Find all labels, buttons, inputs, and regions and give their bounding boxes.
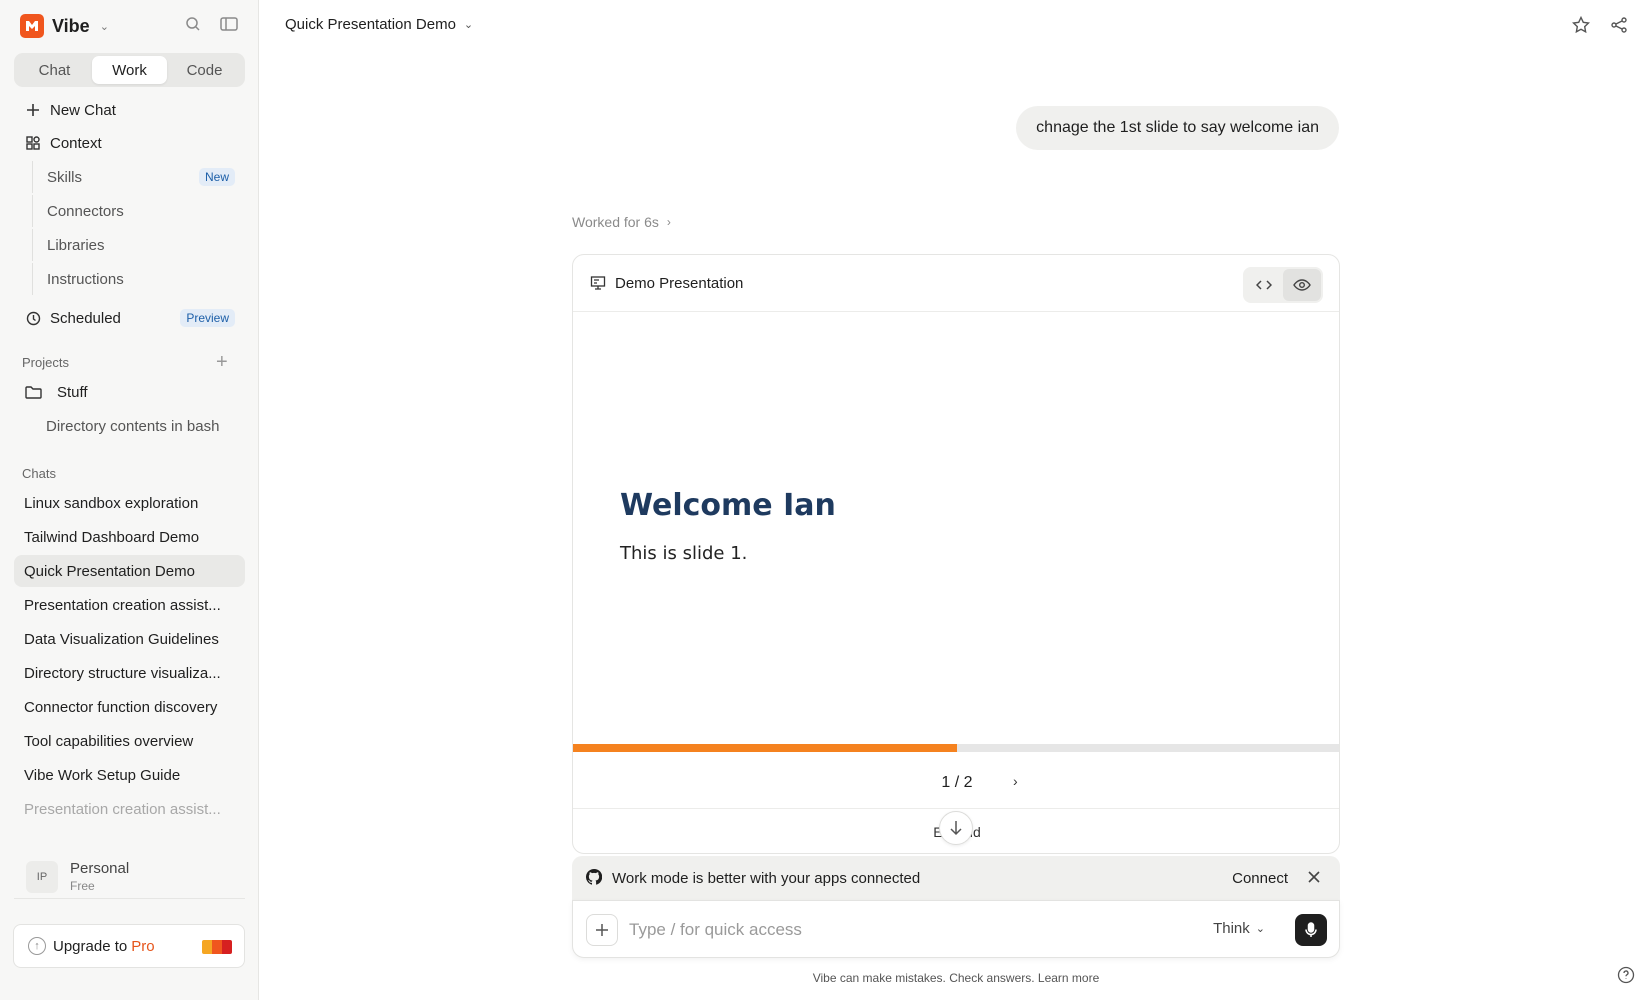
- chat-item[interactable]: Connector function discovery: [14, 691, 245, 723]
- chat-item[interactable]: Presentation creation assist...: [14, 793, 245, 825]
- brand-menu[interactable]: Vibe ⌄: [20, 14, 109, 38]
- search-icon[interactable]: [183, 14, 203, 34]
- preview-eye-icon[interactable]: [1283, 269, 1321, 301]
- chat-item[interactable]: Presentation creation assist...: [14, 589, 245, 621]
- libraries-label: Libraries: [47, 236, 105, 254]
- chevron-right-icon: ›: [666, 215, 671, 229]
- new-chat-button[interactable]: New Chat: [14, 94, 245, 126]
- sidebar-item-context[interactable]: Context: [14, 127, 245, 159]
- artifact-title: Demo Presentation: [615, 274, 744, 292]
- account-menu[interactable]: IP Personal Free: [14, 855, 245, 899]
- connect-banner: Work mode is better with your apps conne…: [572, 856, 1340, 900]
- sidebar-item-libraries[interactable]: Libraries: [32, 229, 245, 261]
- folder-icon: [24, 383, 42, 401]
- tab-code[interactable]: Code: [167, 56, 242, 84]
- connectors-label: Connectors: [47, 202, 124, 220]
- upgrade-button[interactable]: ↑ Upgrade to Pro: [13, 924, 245, 968]
- banner-text: Work mode is better with your apps conne…: [612, 869, 921, 887]
- arrow-up-icon: ↑: [28, 937, 46, 955]
- github-icon: [585, 868, 604, 887]
- account-name: Personal: [70, 860, 130, 877]
- new-badge: New: [198, 168, 235, 186]
- clock-icon: [24, 309, 42, 327]
- chat-item[interactable]: Directory structure visualiza...: [14, 657, 245, 689]
- upgrade-label: Upgrade to: [53, 937, 128, 955]
- mode-switch: Chat Work Code: [14, 53, 245, 87]
- sidebar-toggle-icon[interactable]: [219, 14, 239, 34]
- next-slide-icon[interactable]: ›: [1013, 773, 1018, 789]
- chat-item-active[interactable]: Quick Presentation Demo: [14, 555, 245, 587]
- message-input[interactable]: [629, 914, 1149, 946]
- artifact-card: Demo Presentation Welcome Ian This is sl…: [572, 254, 1340, 854]
- project-stuff[interactable]: Stuff: [14, 376, 245, 408]
- new-chat-label: New Chat: [50, 101, 116, 119]
- connect-button[interactable]: Connect: [1232, 870, 1288, 887]
- code-view-icon[interactable]: [1245, 269, 1283, 301]
- worked-for-label: Worked for 6s: [572, 214, 659, 230]
- projects-heading: Projects: [22, 355, 69, 370]
- sidebar: Vibe ⌄ Chat Work Code New Chat Context S…: [0, 0, 259, 1000]
- sidebar-item-skills[interactable]: Skills New: [32, 161, 245, 193]
- sidebar-item-connectors[interactable]: Connectors: [32, 195, 245, 227]
- slide-preview: Welcome Ian This is slide 1.: [573, 313, 1339, 744]
- context-label: Context: [50, 134, 102, 152]
- scheduled-label: Scheduled: [50, 309, 121, 327]
- chat-item[interactable]: Tailwind Dashboard Demo: [14, 521, 245, 553]
- chevron-down-icon: ⌄: [1255, 923, 1265, 935]
- tab-chat[interactable]: Chat: [17, 56, 92, 84]
- context-icon: [24, 134, 42, 152]
- slide-title: Welcome Ian: [620, 488, 836, 523]
- project-name: Stuff: [57, 383, 88, 401]
- star-icon[interactable]: [1570, 14, 1592, 36]
- upgrade-pro-label: Pro: [131, 937, 155, 955]
- instructions-label: Instructions: [47, 270, 124, 288]
- pro-stripes-icon: [202, 940, 232, 954]
- presentation-icon: [589, 274, 607, 292]
- brand-name: Vibe: [52, 15, 90, 36]
- add-project-icon[interactable]: +: [216, 352, 228, 372]
- scroll-down-icon[interactable]: [939, 811, 973, 845]
- disclaimer: Vibe can make mistakes. Check answers. L…: [812, 971, 1100, 985]
- plus-icon: [24, 101, 42, 119]
- view-toggle: [1243, 267, 1323, 303]
- account-plan: Free: [70, 879, 95, 893]
- chat-item[interactable]: Tool capabilities overview: [14, 725, 245, 757]
- help-icon[interactable]: [1617, 966, 1635, 984]
- tab-work[interactable]: Work: [92, 56, 167, 84]
- microphone-button[interactable]: [1295, 914, 1327, 946]
- worked-for-toggle[interactable]: Worked for 6s ›: [572, 214, 671, 230]
- close-icon[interactable]: [1306, 869, 1324, 887]
- share-icon[interactable]: [1608, 14, 1630, 36]
- slide-progress-bar: [573, 744, 1339, 752]
- sidebar-item-scheduled[interactable]: Scheduled Preview: [14, 302, 245, 334]
- chats-heading: Chats: [22, 466, 56, 481]
- composer: Think ⌄: [572, 900, 1340, 958]
- preview-badge: Preview: [180, 309, 235, 327]
- slide-counter: 1 / 2: [941, 774, 973, 791]
- chevron-down-icon: ⌄: [463, 19, 474, 31]
- slide-pager: 1 / 2 ›: [573, 765, 1339, 801]
- think-dropdown[interactable]: Think ⌄: [1213, 920, 1265, 937]
- slide-body: This is slide 1.: [620, 543, 748, 564]
- user-message: chnage the 1st slide to say welcome ian: [1016, 106, 1339, 150]
- skills-label: Skills: [47, 168, 83, 186]
- sidebar-item-instructions[interactable]: Instructions: [32, 263, 245, 295]
- artifact-header: Demo Presentation: [573, 255, 1339, 312]
- chat-item[interactable]: Linux sandbox exploration: [14, 487, 245, 519]
- avatar: IP: [26, 860, 58, 893]
- slide-progress-fill: [573, 744, 957, 752]
- vibe-logo-icon: [20, 14, 44, 38]
- project-chat-item[interactable]: Directory contents in bash: [32, 410, 245, 442]
- chat-title-menu[interactable]: Quick Presentation Demo ⌄: [285, 16, 473, 33]
- attach-plus-button[interactable]: [586, 914, 618, 946]
- chevron-down-icon: ⌄: [99, 20, 109, 33]
- chat-item[interactable]: Data Visualization Guidelines: [14, 623, 245, 655]
- page-title: Quick Presentation Demo: [285, 16, 456, 33]
- think-label: Think: [1213, 920, 1250, 937]
- chat-item[interactable]: Vibe Work Setup Guide: [14, 759, 245, 791]
